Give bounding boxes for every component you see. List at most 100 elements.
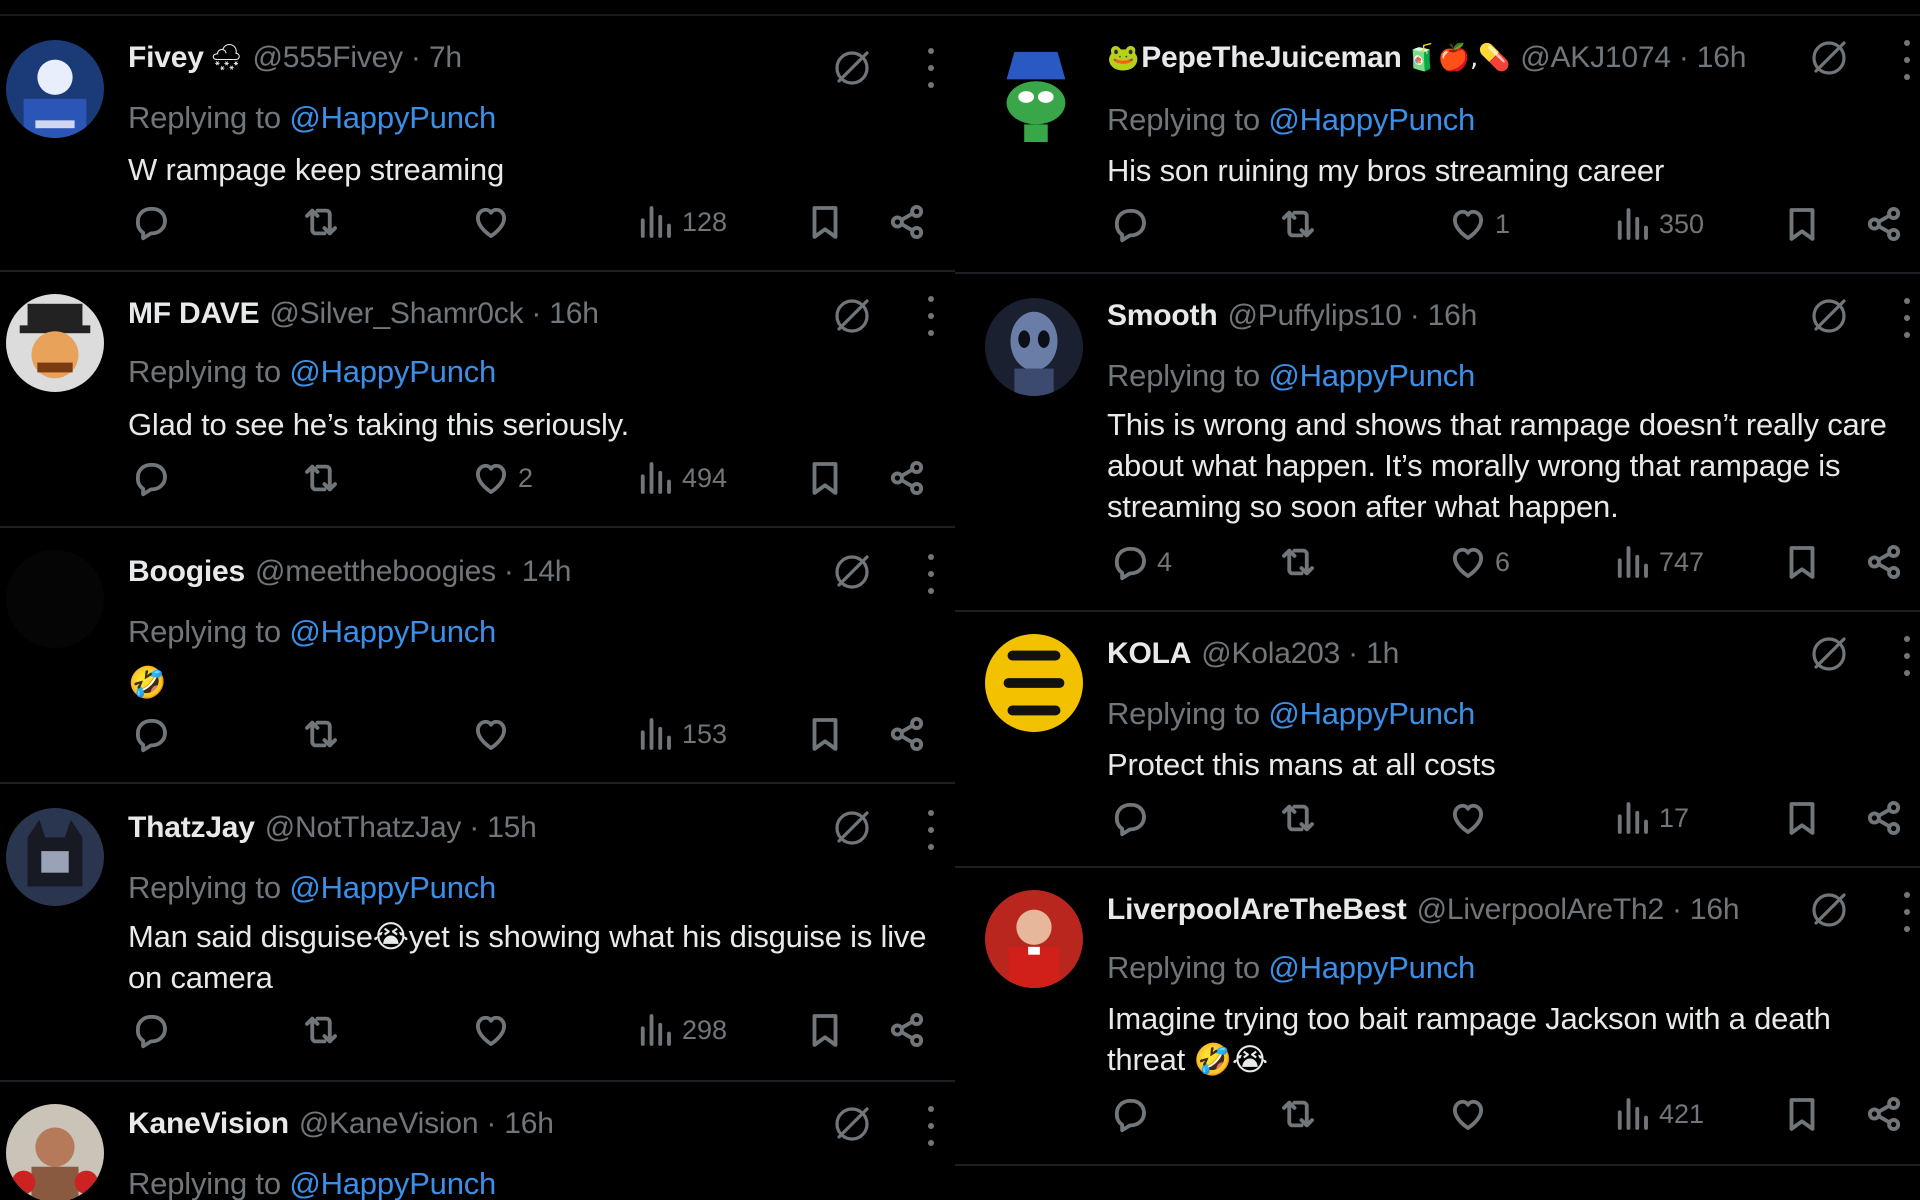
views-button[interactable]: 494	[634, 454, 727, 502]
grok-icon[interactable]	[1807, 294, 1851, 338]
avatar[interactable]	[6, 808, 104, 906]
views-button[interactable]: 747	[1611, 538, 1704, 586]
more-icon[interactable]	[1900, 892, 1914, 932]
user-handle[interactable]: @Silver_Shamr0ck	[269, 297, 523, 331]
share-button[interactable]	[886, 454, 928, 502]
share-button[interactable]	[1863, 1090, 1905, 1138]
grok-icon[interactable]	[1807, 888, 1851, 932]
mention-link[interactable]: @HappyPunch	[289, 100, 496, 135]
views-button[interactable]: 421	[1611, 1090, 1704, 1138]
timestamp[interactable]: · 16h	[531, 297, 599, 331]
user-handle[interactable]: @555Fivey	[253, 41, 404, 75]
user-handle[interactable]: @meettheboogies	[255, 555, 496, 589]
mention-link[interactable]: @HappyPunch	[1268, 102, 1475, 137]
reply-tweet[interactable]: LiverpoolAreTheBest @LiverpoolAreTh2 · 1…	[955, 868, 1920, 1166]
reply-button[interactable]	[1109, 794, 1157, 842]
mention-link[interactable]: @HappyPunch	[289, 870, 496, 905]
like-button[interactable]: 6	[1447, 538, 1510, 586]
grok-icon[interactable]	[830, 550, 874, 594]
mention-link[interactable]: @HappyPunch	[289, 614, 496, 649]
user-handle[interactable]: @Kola203	[1201, 637, 1340, 671]
more-icon[interactable]	[924, 1106, 938, 1146]
mention-link[interactable]: @HappyPunch	[289, 1166, 496, 1200]
grok-icon[interactable]	[830, 1102, 874, 1146]
display-name[interactable]: LiverpoolAreTheBest	[1107, 893, 1407, 927]
display-name[interactable]: ThatzJay	[128, 811, 255, 845]
bookmark-button[interactable]	[804, 1006, 846, 1054]
share-button[interactable]	[1863, 538, 1905, 586]
views-button[interactable]: 350	[1611, 200, 1704, 248]
display-name[interactable]: Boogies	[128, 555, 245, 589]
reply-button[interactable]	[130, 454, 178, 502]
like-button[interactable]: 2	[470, 454, 533, 502]
display-name[interactable]: Fivey	[128, 41, 204, 75]
timestamp[interactable]: · 7h	[411, 41, 462, 75]
repost-button[interactable]	[300, 710, 348, 758]
grok-icon[interactable]	[1807, 36, 1851, 80]
share-button[interactable]	[886, 710, 928, 758]
avatar[interactable]	[6, 40, 104, 138]
timestamp[interactable]: · 14h	[504, 555, 572, 589]
grok-icon[interactable]	[1807, 632, 1851, 676]
avatar[interactable]	[985, 46, 1083, 144]
timestamp[interactable]: · 16h	[1672, 893, 1740, 927]
repost-button[interactable]	[300, 1006, 348, 1054]
reply-tweet[interactable]: Smooth @Puffylips10 · 16h Replying to @H…	[955, 274, 1920, 612]
bookmark-button[interactable]	[804, 198, 846, 246]
like-button[interactable]	[1447, 794, 1495, 842]
like-button[interactable]	[470, 710, 518, 758]
more-icon[interactable]	[1900, 40, 1914, 80]
reply-tweet[interactable]: Boogies @meettheboogies · 14h Replying t…	[0, 528, 955, 784]
avatar[interactable]	[6, 294, 104, 392]
share-button[interactable]	[886, 1006, 928, 1054]
grok-icon[interactable]	[830, 46, 874, 90]
repost-button[interactable]	[300, 454, 348, 502]
views-button[interactable]: 153	[634, 710, 727, 758]
display-name[interactable]: KaneVision	[128, 1107, 289, 1141]
reply-tweet[interactable]: KOLA @Kola203 · 1h Replying to @HappyPun…	[955, 612, 1920, 868]
bookmark-button[interactable]	[1781, 794, 1823, 842]
reply-tweet[interactable]: KaneVision @KaneVision · 16h Replying to…	[0, 1082, 955, 1200]
bookmark-button[interactable]	[1781, 200, 1823, 248]
reply-button[interactable]	[130, 710, 178, 758]
like-button[interactable]	[470, 198, 518, 246]
like-button[interactable]	[470, 1006, 518, 1054]
grok-icon[interactable]	[830, 806, 874, 850]
more-icon[interactable]	[1900, 298, 1914, 338]
timestamp[interactable]: · 16h	[1410, 299, 1478, 333]
avatar[interactable]	[6, 1104, 104, 1200]
avatar[interactable]	[985, 890, 1083, 988]
reply-tweet[interactable]: MF DAVE @Silver_Shamr0ck · 16h Replying …	[0, 272, 955, 528]
reply-tweet[interactable]: ThatzJay @NotThatzJay · 15h Replying to …	[0, 784, 955, 1082]
like-button[interactable]: 1	[1447, 200, 1510, 248]
repost-button[interactable]	[1277, 794, 1325, 842]
avatar[interactable]	[985, 298, 1083, 396]
display-name[interactable]: MF DAVE	[128, 297, 260, 331]
share-button[interactable]	[1863, 794, 1905, 842]
like-button[interactable]	[1447, 1090, 1495, 1138]
display-name[interactable]: PepeTheJuiceman	[1141, 41, 1402, 75]
reply-button[interactable]	[130, 1006, 178, 1054]
user-handle[interactable]: @LiverpoolAreTh2	[1417, 893, 1665, 927]
timestamp[interactable]: · 16h	[1679, 41, 1747, 75]
more-icon[interactable]	[1900, 636, 1914, 676]
bookmark-button[interactable]	[804, 454, 846, 502]
more-icon[interactable]	[924, 48, 938, 88]
repost-button[interactable]	[300, 198, 348, 246]
timestamp[interactable]: · 1h	[1348, 637, 1399, 671]
reply-button[interactable]	[130, 198, 178, 246]
mention-link[interactable]: @HappyPunch	[289, 354, 496, 389]
grok-icon[interactable]	[830, 294, 874, 338]
display-name[interactable]: KOLA	[1107, 637, 1191, 671]
more-icon[interactable]	[924, 296, 938, 336]
display-name[interactable]: Smooth	[1107, 299, 1218, 333]
timestamp[interactable]: · 16h	[486, 1107, 554, 1141]
views-button[interactable]: 17	[1611, 794, 1689, 842]
views-button[interactable]: 128	[634, 198, 727, 246]
mention-link[interactable]: @HappyPunch	[1268, 358, 1475, 393]
more-icon[interactable]	[924, 554, 938, 594]
reply-button[interactable]	[1109, 1090, 1157, 1138]
more-icon[interactable]	[924, 810, 938, 850]
user-handle[interactable]: @KaneVision	[299, 1107, 479, 1141]
user-handle[interactable]: @Puffylips10	[1227, 299, 1401, 333]
